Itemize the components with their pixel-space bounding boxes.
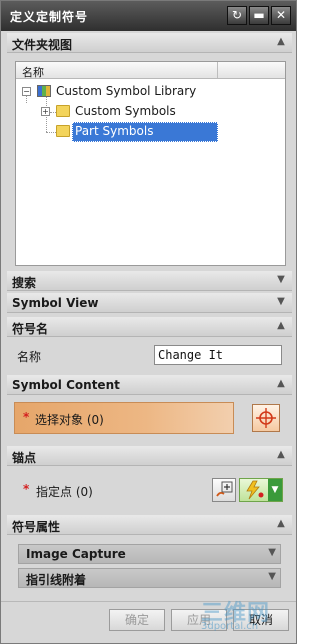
chevron-up-icon[interactable]: ▲ [274,319,288,333]
select-object-row[interactable]: * 选择对象 (0) [14,402,234,434]
section-symbol-properties[interactable]: 符号属性 ▲ [7,515,292,535]
leader-attach-label: 指引线附着 [26,573,87,587]
close-button[interactable]: ✕ [271,6,291,25]
apply-button[interactable]: 应用 [171,609,227,631]
section-search[interactable]: 搜索 ▼ [7,271,292,291]
expand-icon[interactable]: + [41,107,50,116]
section-anchor-label: 锚点 [12,451,37,465]
inferred-point-icon [246,480,264,500]
collapse-icon[interactable]: − [22,87,31,96]
name-field-label: 名称 [17,350,42,364]
crosshair-icon [256,408,276,428]
tree-node-custom-symbols[interactable]: + Custom Symbols [16,102,285,122]
ok-button[interactable]: 确定 [109,609,165,631]
chevron-down-icon[interactable]: ▼ [268,547,276,558]
tree-node-library[interactable]: − Custom Symbol Library [16,82,285,102]
section-symbol-name[interactable]: 符号名 ▲ [7,317,292,337]
tree-column-name: 名称 [22,66,44,79]
inferred-point-dropdown[interactable]: ▼ [239,478,283,502]
tree-node-part-symbols[interactable]: Part Symbols [16,122,285,142]
folder-icon [56,105,70,117]
section-symbol-properties-label: 符号属性 [12,520,61,534]
section-symbol-content-label: Symbol Content [12,378,120,392]
section-symbol-view-label: Symbol View [12,296,99,310]
subsection-leader-attach[interactable]: 指引线附着 ▼ [18,568,281,588]
symbol-name-input[interactable]: Change It [154,345,282,365]
image-capture-label: Image Capture [26,547,126,561]
section-folder-view-label: 文件夹视图 [12,38,73,52]
specify-point-label: 指定点 (0) [36,485,93,499]
folder-icon [56,125,70,137]
section-symbol-content[interactable]: Symbol Content ▲ [7,375,292,395]
required-star: * [23,482,30,496]
chevron-down-icon[interactable]: ▼ [268,571,276,582]
point-dialog-button[interactable] [212,478,236,502]
chevron-down-icon[interactable]: ▼ [274,273,288,287]
subsection-image-capture[interactable]: Image Capture ▼ [18,544,281,564]
minimize-button[interactable]: ▬ [249,6,269,25]
library-icon [37,85,51,97]
tree-node-label: Part Symbols [75,124,154,138]
title-bar[interactable]: 定义定制符号 ↻ ▬ ✕ [1,1,296,31]
required-star: * [23,410,30,424]
dropdown-arrow-icon[interactable]: ▼ [268,479,282,501]
cancel-button[interactable]: 取消 [233,609,289,631]
tree-node-label: Custom Symbol Library [56,84,197,98]
select-object-label: 选择对象 (0) [35,413,104,427]
reset-button[interactable]: ↻ [227,6,247,25]
chevron-up-icon[interactable]: ▲ [274,448,288,462]
section-symbol-view[interactable]: Symbol View ▼ [7,293,292,313]
select-object-button[interactable] [252,404,280,432]
section-search-label: 搜索 [12,276,37,290]
chevron-down-icon[interactable]: ▼ [274,295,288,309]
column-divider[interactable] [217,62,218,78]
chevron-up-icon[interactable]: ▲ [274,35,288,49]
define-custom-symbol-dialog: 定义定制符号 ↻ ▬ ✕ 文件夹视图 ▲ 名称 − Custom Symbol … [0,0,297,644]
tree-column-header[interactable]: 名称 [16,62,285,79]
chevron-up-icon[interactable]: ▲ [274,517,288,531]
tree-node-label: Custom Symbols [75,104,176,118]
section-folder-view[interactable]: 文件夹视图 ▲ [7,33,292,53]
folder-tree[interactable]: 名称 − Custom Symbol Library + Custom Symb… [15,61,286,266]
chevron-up-icon[interactable]: ▲ [274,377,288,391]
point-constructor-icon [216,481,233,497]
dialog-title: 定义定制符号 [10,10,89,24]
section-anchor[interactable]: 锚点 ▲ [7,446,292,466]
section-symbol-name-label: 符号名 [12,322,49,336]
